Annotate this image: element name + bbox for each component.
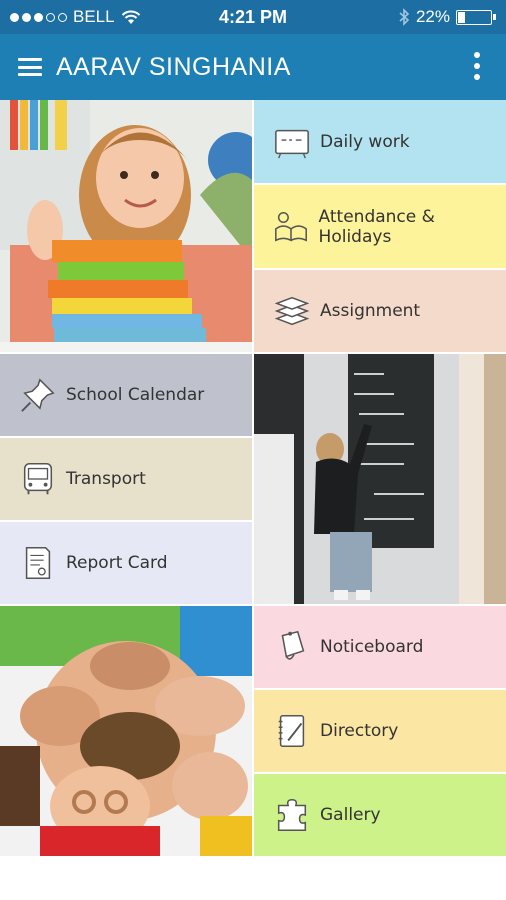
notebook-icon	[272, 711, 312, 751]
tile-report-card[interactable]: Report Card	[0, 522, 252, 604]
tile-label: Transport	[66, 469, 146, 489]
tile-school-calendar[interactable]: School Calendar	[0, 354, 252, 436]
status-time: 4:21 PM	[218, 6, 288, 27]
wifi-icon	[121, 10, 140, 24]
kids-circle-photo	[0, 606, 252, 856]
tile-assignment[interactable]: Assignment	[254, 270, 506, 352]
boy-at-chalkboard-photo	[254, 354, 506, 604]
more-vertical-icon[interactable]	[474, 52, 480, 80]
tile-gallery[interactable]: Gallery	[254, 774, 506, 856]
dashboard-grid: Daily work Attendance & Holidays Assignm…	[0, 100, 506, 856]
books-stack-icon	[272, 291, 312, 331]
tile-daily-work[interactable]: Daily work	[254, 100, 506, 183]
page-title: AARAV SINGHANIA	[56, 52, 291, 81]
girl-with-books-photo	[0, 100, 252, 352]
whiteboard-icon	[272, 122, 312, 162]
tile-label: Noticeboard	[320, 637, 424, 657]
bluetooth-icon	[399, 8, 410, 26]
tile-transport[interactable]: Transport	[0, 438, 252, 520]
certificate-icon	[18, 543, 58, 583]
tile-label: Report Card	[66, 553, 168, 573]
tile-noticeboard[interactable]: Noticeboard	[254, 606, 506, 688]
carrier-name: BELL	[73, 7, 115, 26]
hamburger-icon[interactable]	[18, 58, 42, 76]
tile-label: Gallery	[320, 805, 381, 825]
tile-label: School Calendar	[66, 385, 205, 405]
battery-percent: 22%	[415, 7, 450, 26]
bus-icon	[18, 459, 58, 499]
battery-icon	[456, 9, 492, 25]
tile-label: Assignment	[320, 301, 421, 321]
tile-label: Directory	[320, 721, 399, 741]
tile-directory[interactable]: Directory	[254, 690, 506, 772]
signal-strength-icon	[10, 12, 67, 22]
tile-label: Daily work	[320, 131, 410, 152]
app-bar: AARAV SINGHANIA	[0, 34, 506, 100]
tile-attendance-holidays[interactable]: Attendance & Holidays	[254, 185, 506, 268]
reading-book-icon	[272, 207, 311, 247]
bell-icon	[272, 627, 312, 667]
pushpin-icon	[18, 375, 58, 415]
puzzle-icon	[272, 795, 312, 835]
status-bar: BELL 4:21 PM 22%	[0, 0, 506, 34]
tile-label: Attendance & Holidays	[318, 206, 435, 247]
